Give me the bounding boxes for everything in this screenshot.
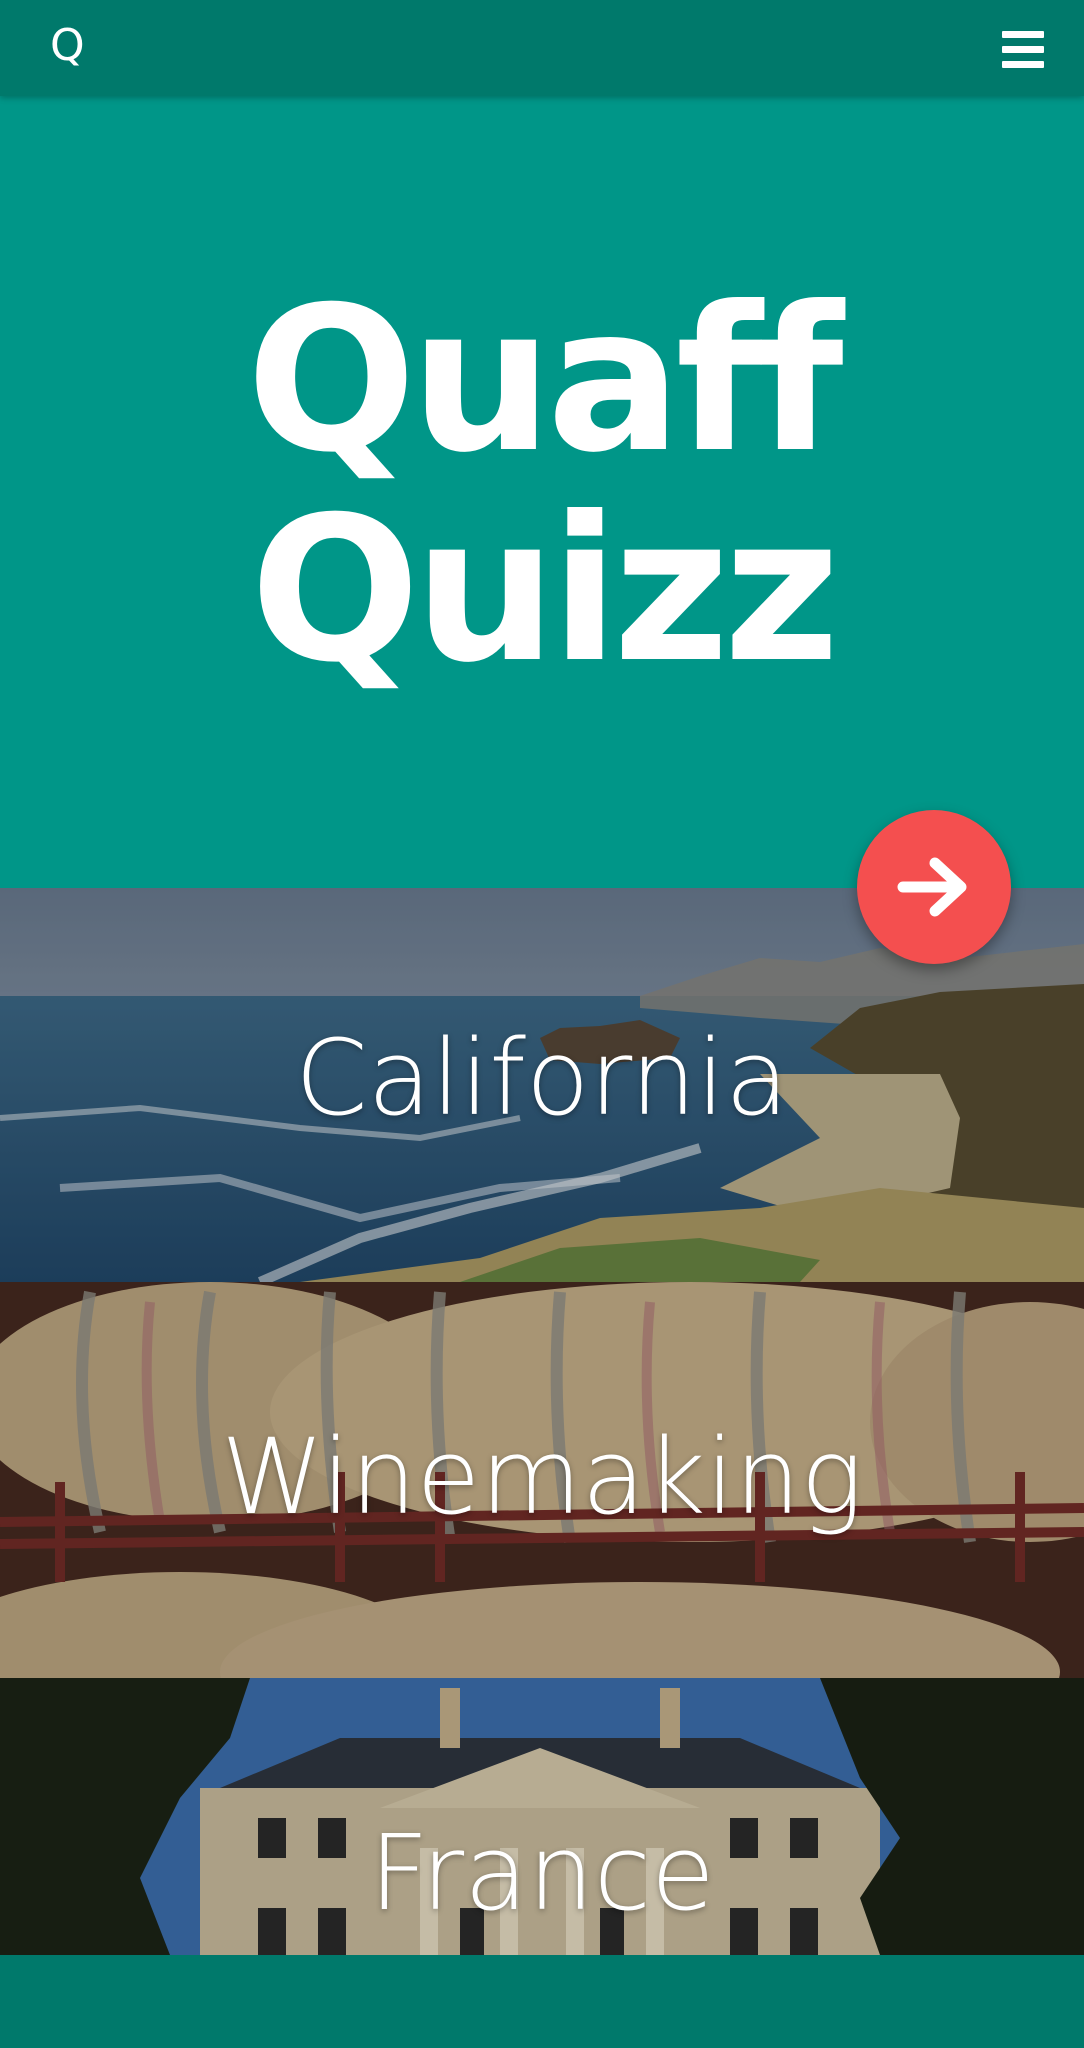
category-label-winemaking: Winemaking (221, 1416, 863, 1538)
start-quiz-button[interactable] (857, 810, 1011, 964)
app-bar: Q (0, 0, 1084, 96)
app-title: Quaff Quizz (0, 276, 1084, 696)
arrow-right-icon (897, 857, 967, 917)
app-title-line-2: Quizz (250, 474, 840, 707)
category-card-france[interactable]: France (0, 1678, 1084, 1955)
category-label-france: France (369, 1812, 715, 1934)
hero-banner: Quaff Quizz (0, 96, 1084, 888)
category-card-winemaking[interactable]: Winemaking (0, 1282, 1084, 1678)
app-logo[interactable]: Q (50, 20, 85, 72)
bottom-footer-bar (0, 1955, 1084, 2048)
app-title-line-1: Quaff (246, 264, 843, 497)
category-label-california: California (295, 1017, 789, 1139)
hamburger-menu-icon[interactable] (1002, 31, 1044, 69)
